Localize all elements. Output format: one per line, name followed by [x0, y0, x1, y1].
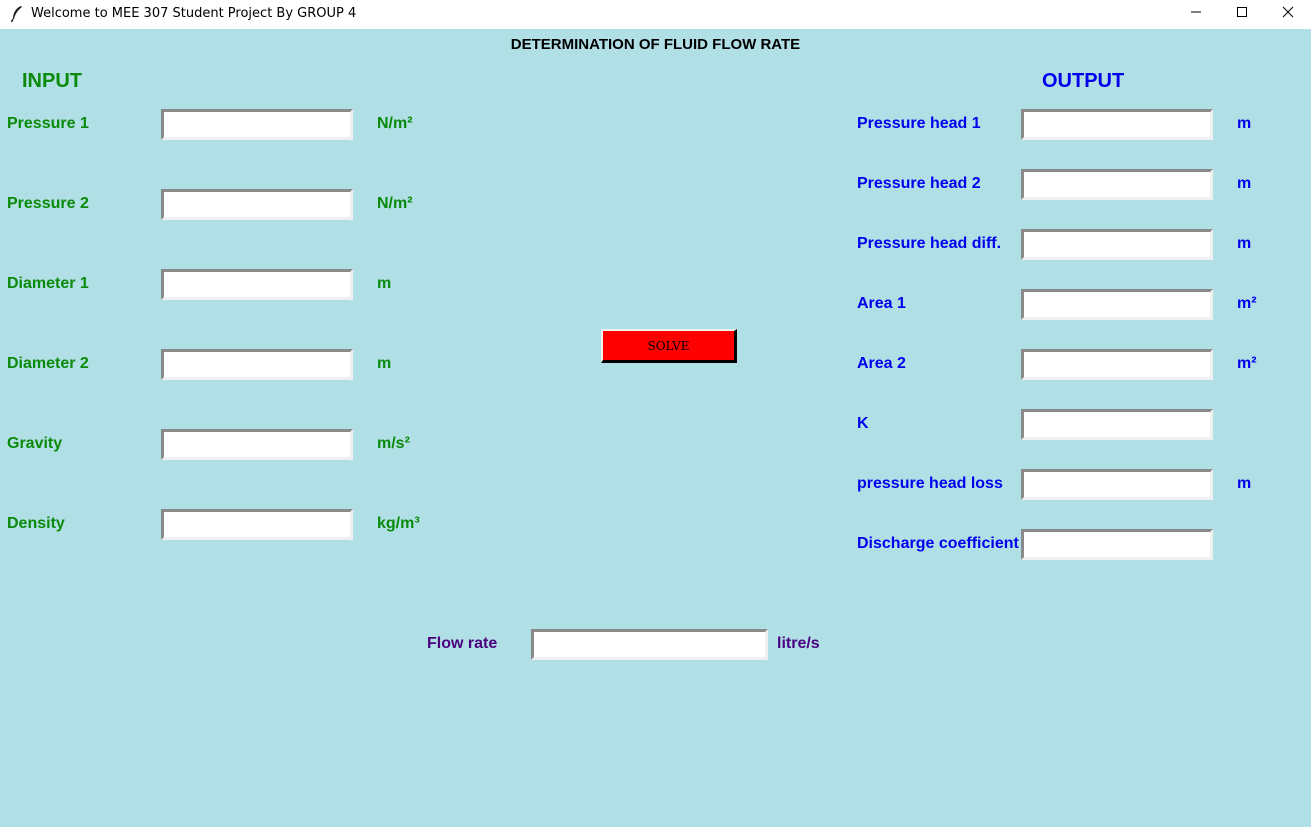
pressure-head-diff-label: Pressure head diff. [857, 235, 1002, 252]
gravity-label: Gravity [7, 435, 63, 452]
k-label: K [857, 415, 869, 432]
minimize-button[interactable] [1173, 0, 1219, 28]
pressure-head-2-unit: m [1237, 175, 1252, 192]
pressure-1-label: Pressure 1 [7, 115, 89, 132]
pressure-head-diff-unit: m [1237, 235, 1252, 252]
page-title: DETERMINATION OF FLUID FLOW RATE [510, 36, 801, 53]
pressure-head-loss-unit: m [1237, 475, 1252, 492]
pressure-2-input[interactable] [161, 189, 353, 220]
area-1-output[interactable] [1021, 289, 1213, 320]
window-titlebar: Welcome to MEE 307 Student Project By GR… [0, 0, 1311, 28]
diameter-2-input[interactable] [161, 349, 353, 380]
maximize-icon [1236, 5, 1248, 23]
close-button[interactable] [1265, 0, 1311, 28]
discharge-coefficient-label: Discharge coefficient [857, 535, 1019, 552]
area-2-output[interactable] [1021, 349, 1213, 380]
output-section-title: OUTPUT [1042, 70, 1125, 92]
diameter-1-unit: m [377, 275, 392, 292]
area-1-unit: m² [1237, 295, 1257, 312]
maximize-button[interactable] [1219, 0, 1265, 28]
pressure-2-unit: N/m² [377, 195, 413, 212]
pressure-1-input[interactable] [161, 109, 353, 140]
pressure-head-loss-output[interactable] [1021, 469, 1213, 500]
solve-button[interactable]: SOLVE [601, 329, 737, 363]
input-section-title: INPUT [22, 70, 82, 92]
minimize-icon [1190, 5, 1202, 23]
window-title: Welcome to MEE 307 Student Project By GR… [31, 6, 357, 21]
diameter-2-label: Diameter 2 [7, 355, 89, 372]
app-window: DETERMINATION OF FLUID FLOW RATE INPUT O… [0, 29, 1311, 827]
close-icon [1282, 5, 1294, 23]
pressure-head-1-unit: m [1237, 115, 1252, 132]
pressure-head-2-label: Pressure head 2 [857, 175, 981, 192]
pressure-2-label: Pressure 2 [7, 195, 89, 212]
density-input[interactable] [161, 509, 353, 540]
gravity-input[interactable] [161, 429, 353, 460]
diameter-2-unit: m [377, 355, 392, 372]
area-2-label: Area 2 [857, 355, 906, 372]
pressure-head-1-label: Pressure head 1 [857, 115, 981, 132]
pressure-head-2-output[interactable] [1021, 169, 1213, 200]
feather-icon [10, 5, 24, 23]
pressure-1-unit: N/m² [377, 115, 413, 132]
k-output[interactable] [1021, 409, 1213, 440]
diameter-1-label: Diameter 1 [7, 275, 89, 292]
area-2-unit: m² [1237, 355, 1257, 372]
discharge-coefficient-output[interactable] [1021, 529, 1213, 560]
diameter-1-input[interactable] [161, 269, 353, 300]
density-unit: kg/m³ [377, 515, 420, 532]
pressure-head-diff-output[interactable] [1021, 229, 1213, 260]
area-1-label: Area 1 [857, 295, 906, 312]
density-label: Density [7, 515, 65, 532]
flow-rate-unit: litre/s [777, 635, 820, 652]
gravity-unit: m/s² [377, 435, 410, 452]
pressure-head-1-output[interactable] [1021, 109, 1213, 140]
flow-rate-output[interactable] [531, 629, 768, 660]
pressure-head-loss-label: pressure head loss [857, 475, 1003, 492]
flow-rate-label: Flow rate [427, 635, 498, 652]
